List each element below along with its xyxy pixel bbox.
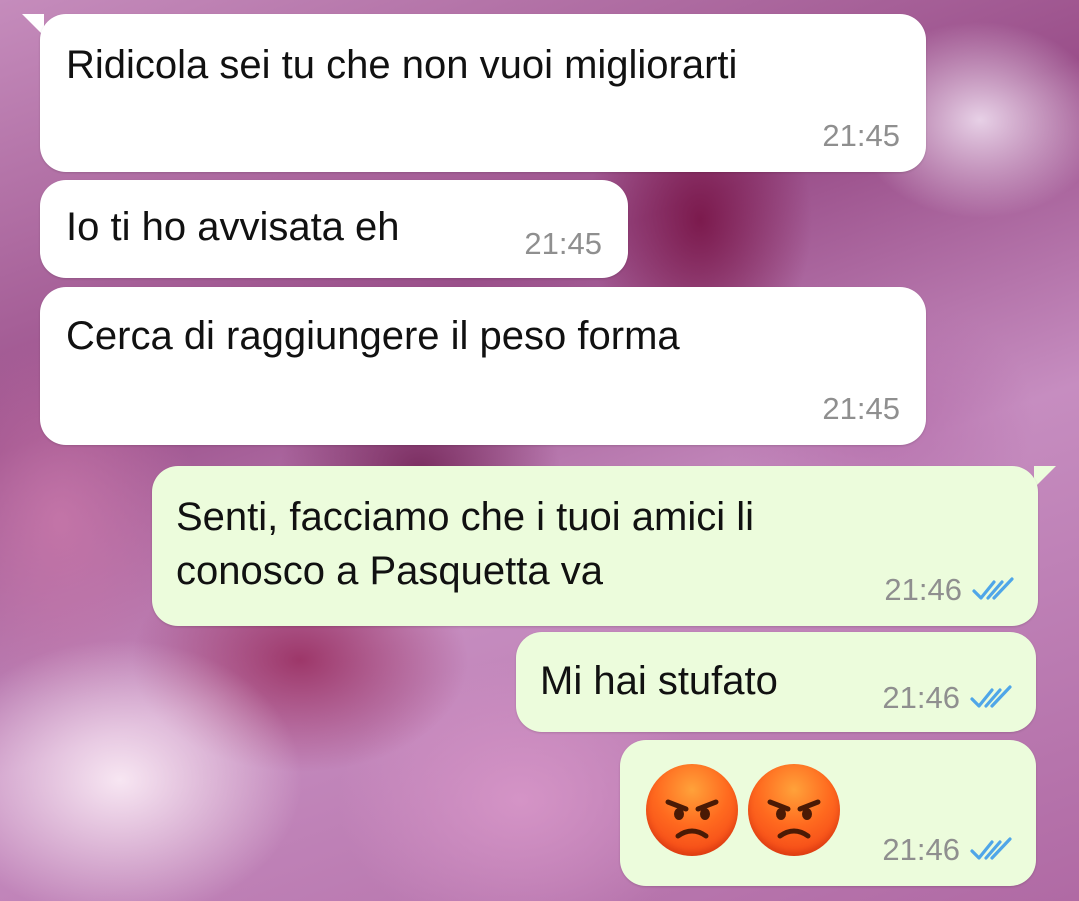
- message-bubble-outgoing[interactable]: 21:46: [620, 740, 1036, 886]
- message-time: 21:45: [524, 226, 602, 261]
- message-time: 21:46: [882, 680, 960, 715]
- double-check-icon: [972, 577, 1014, 600]
- double-check-icon: [970, 837, 1012, 860]
- emoji-row: [646, 764, 840, 856]
- message-bubble-incoming[interactable]: Io ti ho avvisata eh 21:45: [40, 180, 628, 278]
- message-bubble-outgoing[interactable]: Mi hai stufato 21:46: [516, 632, 1036, 732]
- double-check-icon: [970, 685, 1012, 708]
- message-bubble-incoming[interactable]: Cerca di raggiungere il peso forma 21:45: [40, 287, 926, 445]
- message-meta: 21:46: [882, 832, 1014, 868]
- message-meta: 21:46: [884, 572, 1016, 608]
- message-text: Mi hai stufato: [540, 659, 778, 703]
- message-time: 21:45: [822, 118, 900, 153]
- angry-face-emoji: [646, 764, 738, 856]
- angry-face-emoji: [748, 764, 840, 856]
- message-text: Ridicola sei tu che non vuoi migliorarti: [66, 43, 738, 87]
- message-meta: 21:45: [822, 391, 900, 427]
- message-bubble-outgoing[interactable]: Senti, facciamo che i tuoi amici li cono…: [152, 466, 1038, 626]
- message-time: 21:45: [822, 391, 900, 426]
- message-time: 21:46: [884, 572, 962, 607]
- message-meta: 21:45: [822, 118, 900, 154]
- bubble-tail: [1034, 466, 1056, 488]
- message-meta: 21:45: [524, 226, 602, 262]
- message-text: Io ti ho avvisata eh: [66, 205, 400, 249]
- message-meta: 21:46: [882, 680, 1014, 716]
- message-text: Senti, facciamo che i tuoi amici li cono…: [176, 495, 755, 593]
- message-time: 21:46: [882, 832, 960, 867]
- message-bubble-incoming[interactable]: Ridicola sei tu che non vuoi migliorarti…: [40, 14, 926, 172]
- message-text: Cerca di raggiungere il peso forma: [66, 314, 680, 358]
